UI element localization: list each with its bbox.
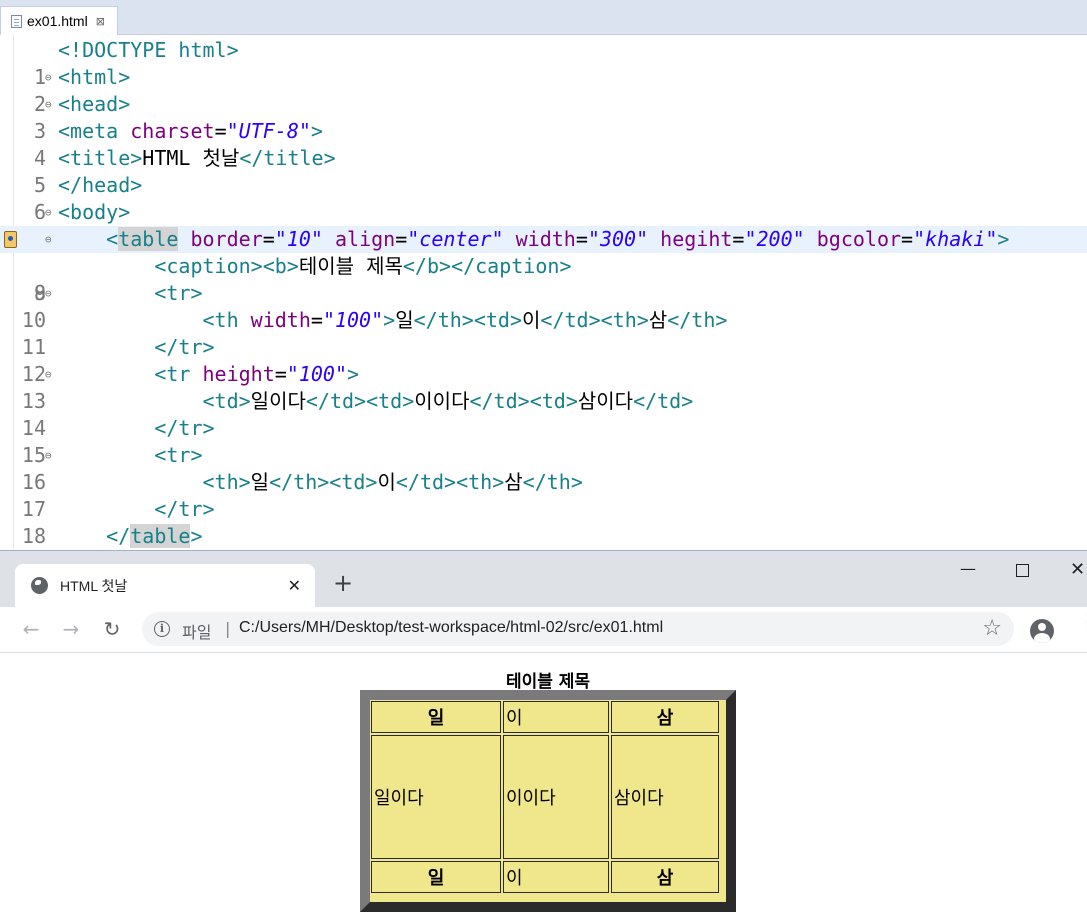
editor-tab-bar: ex01.html ⊠ [0,0,1087,35]
code-line[interactable]: 16 ⊖ <tr> [0,442,1087,494]
url-text[interactable]: C:/Users/MH/Desktop/test-workspace/html-… [239,619,663,637]
table-cell: 삼이다 [611,735,719,859]
code-line[interactable]: 18 </tr> [0,496,1087,548]
forward-button[interactable]: → [58,616,84,642]
code-text: </table> [106,524,203,548]
table-cell: 삼 [611,861,719,893]
code-text: </head> [58,173,143,197]
maximize-button[interactable] [1016,564,1029,577]
warning-marker-icon[interactable] [4,231,17,248]
browser-toolbar: ← → ↻ i 파일 | C:/Users/MH/Desktop/test-wo… [0,607,1087,653]
close-icon[interactable]: ⊠ [96,15,105,28]
globe-icon [31,577,48,594]
code-area[interactable]: 1 <!DOCTYPE html> 2 ⊖ <html> 3 ⊖ <head> … [0,35,1087,550]
code-line[interactable]: 4 <meta charset="UTF-8"> [0,118,1087,170]
new-tab-button[interactable]: + [330,571,356,597]
code-text: </tr> [154,497,215,521]
info-icon[interactable]: i [154,621,170,637]
address-separator: | [225,619,231,638]
table-cell: 이이다 [503,735,609,859]
code-text: <caption><b>테이블 제목</b></caption> [154,254,572,278]
editor-tab-ex01[interactable]: ex01.html ⊠ [0,6,118,35]
code-text: <tr> [154,443,203,467]
fold-toggle-icon[interactable]: ⊖ [45,280,52,307]
code-text: </tr> [154,335,215,359]
code-line[interactable]: 11 <th width="100">일</th><td>이</td><th>삼… [0,307,1087,359]
code-text: </tr> [154,416,215,440]
close-tab-icon[interactable]: ✕ [288,576,301,595]
fold-toggle-icon[interactable]: ⊖ [45,64,52,91]
code-text: <th width="100">일</th><td>이</td><th>삼</t… [202,308,728,332]
editor-tab-label: ex01.html [27,13,88,29]
profile-avatar-icon[interactable] [1030,619,1054,643]
code-text: <head> [58,92,131,116]
code-line[interactable]: 1 <!DOCTYPE html> [0,37,1087,89]
fold-toggle-icon[interactable]: ⊖ [45,199,52,226]
code-line[interactable]: 3 ⊖ <head> [0,91,1087,143]
rendered-table: 일 이 삼 일이다 이이다 삼이다 일 이 삼 [360,690,736,912]
code-text: <title>HTML 첫날</title> [58,146,336,170]
table-cell: 이 [503,861,609,893]
table-cell: 일 [371,861,501,893]
code-line[interactable]: 15 </tr> [0,415,1087,467]
code-text: <th>일</th><td>이</td><th>삼</th> [202,470,583,494]
table-cell: 일 [371,701,501,733]
code-line[interactable]: 14 <td>일이다</td><td>이이다</td><td>삼이다</td> [0,388,1087,440]
table-cell: 이 [503,701,609,733]
table-cell: 삼 [611,701,719,733]
html-file-icon [11,14,22,28]
menu-kebab-icon[interactable]: ⋮ [1078,611,1087,631]
code-text: <td>일이다</td><td>이이다</td><td>삼이다</td> [202,389,694,413]
fold-toggle-icon[interactable]: ⊖ [45,361,52,388]
minimize-button[interactable]: — [960,559,976,578]
back-button[interactable]: ← [18,616,44,642]
code-text: <tr height="100"> [154,362,360,386]
table-caption: 테이블 제목 [505,672,591,692]
browser-window: HTML 첫날 ✕ + — ✕ ← → ↻ i 파일 | C:/Users/MH… [0,550,1087,920]
code-text: <table border="10" align="center" width=… [106,227,1010,251]
bookmark-star-icon[interactable]: ☆ [982,616,1002,641]
code-text: <tr> [154,281,203,305]
code-line[interactable]: 6 </head> [0,172,1087,224]
close-window-button[interactable]: ✕ [1070,559,1085,580]
code-line[interactable]: 7 ⊖ <body> [0,199,1087,251]
fold-toggle-icon[interactable]: ⊖ [45,91,52,118]
code-line[interactable]: 12 </tr> [0,334,1087,386]
browser-tab[interactable]: HTML 첫날 ✕ [15,564,315,607]
browser-tab-title: HTML 첫날 [60,577,128,594]
code-text: <meta charset="UTF-8"> [58,119,323,143]
page-viewport: 테이블 제목 일 이 삼 일이다 이이다 삼이다 일 이 삼 [0,654,1087,920]
reload-button[interactable]: ↻ [99,616,125,642]
code-line[interactable]: 5 <title>HTML 첫날</title> [0,145,1087,197]
code-text: <html> [58,65,131,89]
browser-tab-strip: HTML 첫날 ✕ + — ✕ [0,551,1087,607]
code-editor[interactable]: ex01.html ⊠ 1 <!DOCTYPE html> 2 ⊖ <html>… [0,0,1087,550]
table-cell: 일이다 [371,735,501,859]
code-text: <body> [58,200,131,224]
address-bar[interactable]: i 파일 | C:/Users/MH/Desktop/test-workspac… [142,612,1014,646]
code-line[interactable]: 9 <caption><b>테이블 제목</b></caption> [0,253,1087,305]
code-line[interactable]: 2 ⊖ <html> [0,64,1087,116]
code-line[interactable]: 10 ⊖ <tr> [0,280,1087,332]
code-line[interactable]: 17 <th>일</th><td>이</td><th>삼</th> [0,469,1087,521]
code-line-current[interactable]: 8 ⊖ <table border="10" align="center" wi… [0,226,1087,305]
fold-toggle-icon[interactable]: ⊖ [45,226,52,253]
code-line[interactable]: 19 </table> [0,523,1087,550]
file-scheme-label: 파일 [182,625,212,642]
code-line[interactable]: 13 ⊖ <tr height="100"> [0,361,1087,413]
code-text: <!DOCTYPE html> [58,38,239,62]
fold-toggle-icon[interactable]: ⊖ [45,442,52,469]
